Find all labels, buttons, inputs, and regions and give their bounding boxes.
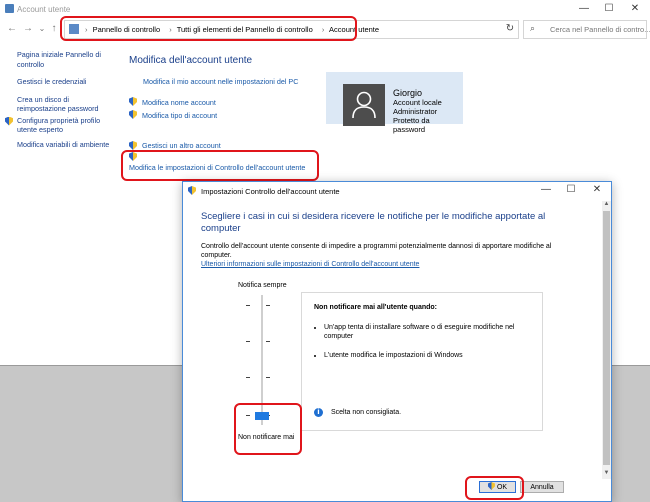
pc-settings-link[interactable]: Modifica il mio account nelle impostazio… [143, 77, 298, 86]
ok-button-highlight [465, 476, 524, 500]
close-button[interactable]: ✕ [624, 2, 646, 16]
uac-shield-icon [188, 186, 196, 195]
user-detail-password: Protetto da password [393, 116, 430, 134]
maximize-button[interactable]: ☐ [598, 2, 620, 16]
control-panel-icon [5, 4, 14, 13]
dialog-description: Controllo dell'account utente consente d… [201, 243, 552, 259]
sidebar-item-reset-disk[interactable]: Crea un disco di reimpostazione password [17, 95, 117, 114]
user-icon [352, 91, 376, 119]
cancel-button[interactable]: Annulla [520, 481, 564, 493]
uac-link-highlight [121, 150, 319, 181]
sidebar-item-profile-label: Configura proprietà profilo utente esper… [17, 115, 101, 135]
slider-tick [246, 305, 250, 306]
address-highlight [60, 16, 357, 41]
user-detail-type: Account locale [393, 98, 442, 107]
up-arrow-icon[interactable]: ↑ [48, 22, 60, 36]
uac-shield-icon [129, 97, 137, 106]
dialog-minimize-button[interactable]: — [535, 183, 557, 197]
panel-note-text: Scelta non consigliata. [331, 409, 402, 416]
dialog-maximize-button[interactable]: ☐ [560, 183, 582, 197]
setting-description-panel: Non notificare mai all'utente quando: Un… [301, 292, 543, 431]
slider-tick [266, 341, 270, 342]
slider-top-label: Notifica sempre [238, 282, 287, 289]
sidebar: Pagina iniziale Pannello di controllo Ge… [5, 50, 117, 157]
sidebar-item-env-vars[interactable]: Modifica variabili di ambiente [17, 140, 117, 150]
page-title: Modifica dell'account utente [129, 55, 253, 66]
slider-tick [266, 305, 270, 306]
scroll-up-icon[interactable]: ▲ [602, 201, 611, 210]
info-icon: i [314, 408, 323, 417]
slider-tick [266, 377, 270, 378]
more-info-link[interactable]: Ulteriori informazioni sulle impostazion… [201, 261, 419, 268]
panel-heading: Non notificare mai all'utente quando: [314, 304, 438, 311]
dialog-scrollbar[interactable]: ▲ ▼ [602, 201, 611, 479]
change-name-link[interactable]: Modifica nome account [142, 98, 216, 107]
user-info: Giorgio Account locale Administrator Pro… [393, 88, 463, 135]
user-name: Giorgio [393, 88, 423, 98]
sidebar-item-home[interactable]: Pagina iniziale Pannello di controllo [17, 50, 117, 69]
panel-bullet-list: Un'app tenta di installare software o di… [312, 323, 529, 370]
uac-shield-icon [5, 116, 13, 126]
slider-tick [246, 341, 250, 342]
user-detail-role: Administrator [393, 107, 438, 116]
manage-other-link[interactable]: Gestisci un altro account [142, 141, 221, 150]
scrollbar-thumb[interactable] [603, 211, 610, 465]
uac-shield-icon [129, 141, 137, 150]
dialog-close-button[interactable]: ✕ [586, 183, 608, 197]
dialog-title: Impostazioni Controllo dell'account uten… [201, 187, 340, 196]
minimize-button[interactable]: — [573, 2, 595, 16]
avatar [343, 84, 385, 126]
search-box[interactable]: ⌕ Cerca nel Pannello di contro... [523, 20, 650, 39]
list-item: L'utente modifica le impostazioni di Win… [324, 351, 529, 360]
sidebar-item-credentials[interactable]: Gestisci le credenziali [17, 77, 117, 87]
sidebar-item-profile[interactable]: Configura proprietà profilo utente esper… [5, 115, 117, 135]
refresh-icon[interactable]: ↻ [503, 21, 517, 36]
dialog-heading: Scegliere i casi in cui si desidera rice… [201, 211, 546, 234]
search-icon: ⌕ [530, 23, 536, 33]
uac-settings-dialog: Impostazioni Controllo dell'account uten… [182, 181, 612, 502]
search-input[interactable]: Cerca nel Pannello di contro... [550, 25, 650, 34]
slider-highlight [234, 403, 302, 455]
slider-tick [246, 377, 250, 378]
back-arrow-icon[interactable]: ← [6, 22, 18, 36]
uac-shield-icon [129, 110, 137, 119]
list-item: Un'app tenta di installare software o di… [324, 323, 529, 341]
change-type-link[interactable]: Modifica tipo di account [142, 111, 217, 120]
forward-arrow-icon[interactable]: → [22, 22, 34, 36]
recent-locations-icon[interactable]: ⌄ [36, 22, 48, 36]
user-card: Giorgio Account locale Administrator Pro… [326, 72, 463, 134]
window-title: Account utente [17, 5, 71, 14]
panel-note: i Scelta non consigliata. [314, 408, 401, 417]
scroll-down-icon[interactable]: ▼ [602, 470, 611, 479]
